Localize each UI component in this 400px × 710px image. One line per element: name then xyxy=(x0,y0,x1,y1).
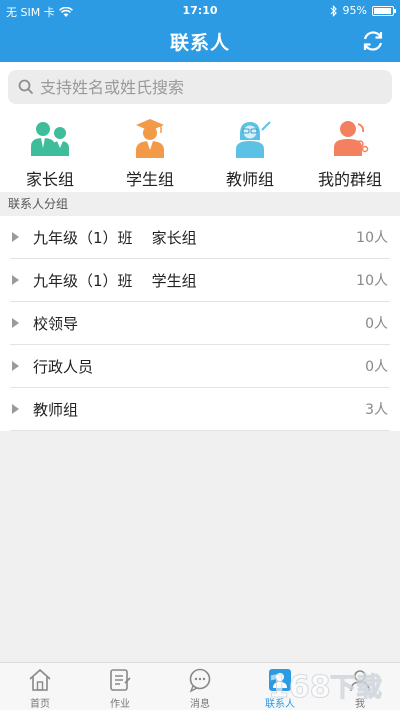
home-icon xyxy=(29,668,51,691)
contact-group-name: 教师组 xyxy=(33,400,79,419)
contact-group-row[interactable]: 九年级（1）班 学生组 10人 xyxy=(10,259,390,302)
search-icon xyxy=(18,79,34,95)
group-parents[interactable]: 家长组 xyxy=(0,112,100,192)
refresh-icon[interactable] xyxy=(360,28,386,54)
group-label: 我的群组 xyxy=(317,170,382,189)
contact-group-count: 0人 xyxy=(365,359,388,375)
section-header: 联系人分组 xyxy=(0,192,400,216)
contact-group-row[interactable]: 教师组 3人 xyxy=(10,388,390,431)
contact-group-name: 行政人员 xyxy=(33,357,94,376)
contact-group-list: 九年级（1）班 家长组 10人 九年级（1）班 学生组 10人 校领导 0人 行… xyxy=(0,216,400,431)
contact-group-name: 九年级（1）班 家长组 xyxy=(33,228,197,247)
group-label: 教师组 xyxy=(225,170,274,189)
tab-label: 消息 xyxy=(190,699,210,710)
group-shortcuts: 家长组 学生组 教师组 我的群组 xyxy=(0,112,400,192)
tab-homework[interactable]: 作业 xyxy=(80,663,160,710)
contact-group-count: 0人 xyxy=(365,316,388,332)
battery-text: 95% xyxy=(342,4,367,17)
tab-home[interactable]: 首页 xyxy=(0,663,80,710)
group-teachers[interactable]: 教师组 xyxy=(200,112,300,192)
homework-icon xyxy=(110,669,131,691)
group-label: 家长组 xyxy=(25,170,74,189)
search-bar xyxy=(0,62,400,112)
status-bar: 无 SIM 卡 17:10 95% xyxy=(0,0,400,22)
contact-group-name: 九年级（1）班 学生组 xyxy=(33,271,197,290)
my-group-icon xyxy=(334,121,369,156)
contact-group-count: 10人 xyxy=(356,230,388,246)
contact-group-row[interactable]: 校领导 0人 xyxy=(10,302,390,345)
status-right: 95% xyxy=(330,4,396,17)
svg-text:下载: 下载 xyxy=(330,673,382,703)
search-box[interactable] xyxy=(8,70,392,104)
tab-messages[interactable]: 消息 xyxy=(160,663,240,710)
teacher-icon xyxy=(236,121,271,158)
bluetooth-icon xyxy=(330,4,337,17)
battery-icon xyxy=(372,5,396,16)
expand-arrow-icon xyxy=(12,361,19,371)
tab-label: 作业 xyxy=(110,699,130,710)
group-label: 学生组 xyxy=(125,170,174,189)
page-title: 联系人 xyxy=(169,32,230,54)
message-icon xyxy=(189,668,211,693)
contact-group-count: 3人 xyxy=(365,402,388,418)
student-icon xyxy=(136,119,164,158)
battery-fill xyxy=(374,7,392,14)
contact-group-row[interactable]: 九年级（1）班 家长组 10人 xyxy=(10,216,390,259)
expand-arrow-icon xyxy=(12,318,19,328)
expand-arrow-icon xyxy=(12,404,19,414)
expand-arrow-icon xyxy=(12,275,19,285)
tab-label: 首页 xyxy=(30,699,50,710)
nav-header: 无 SIM 卡 17:10 95% 联系人 xyxy=(0,0,400,62)
contact-group-count: 10人 xyxy=(356,273,388,289)
contact-group-row[interactable]: 行政人员 0人 xyxy=(10,345,390,388)
watermark-logo: 168 下载 xyxy=(268,670,383,706)
contact-group-name: 校领导 xyxy=(33,314,79,333)
parents-icon xyxy=(31,122,69,156)
group-my-groups[interactable]: 我的群组 xyxy=(300,112,400,192)
search-input[interactable] xyxy=(40,77,370,97)
expand-arrow-icon xyxy=(12,232,19,242)
group-students[interactable]: 学生组 xyxy=(100,112,200,192)
svg-text:168: 168 xyxy=(268,670,331,705)
